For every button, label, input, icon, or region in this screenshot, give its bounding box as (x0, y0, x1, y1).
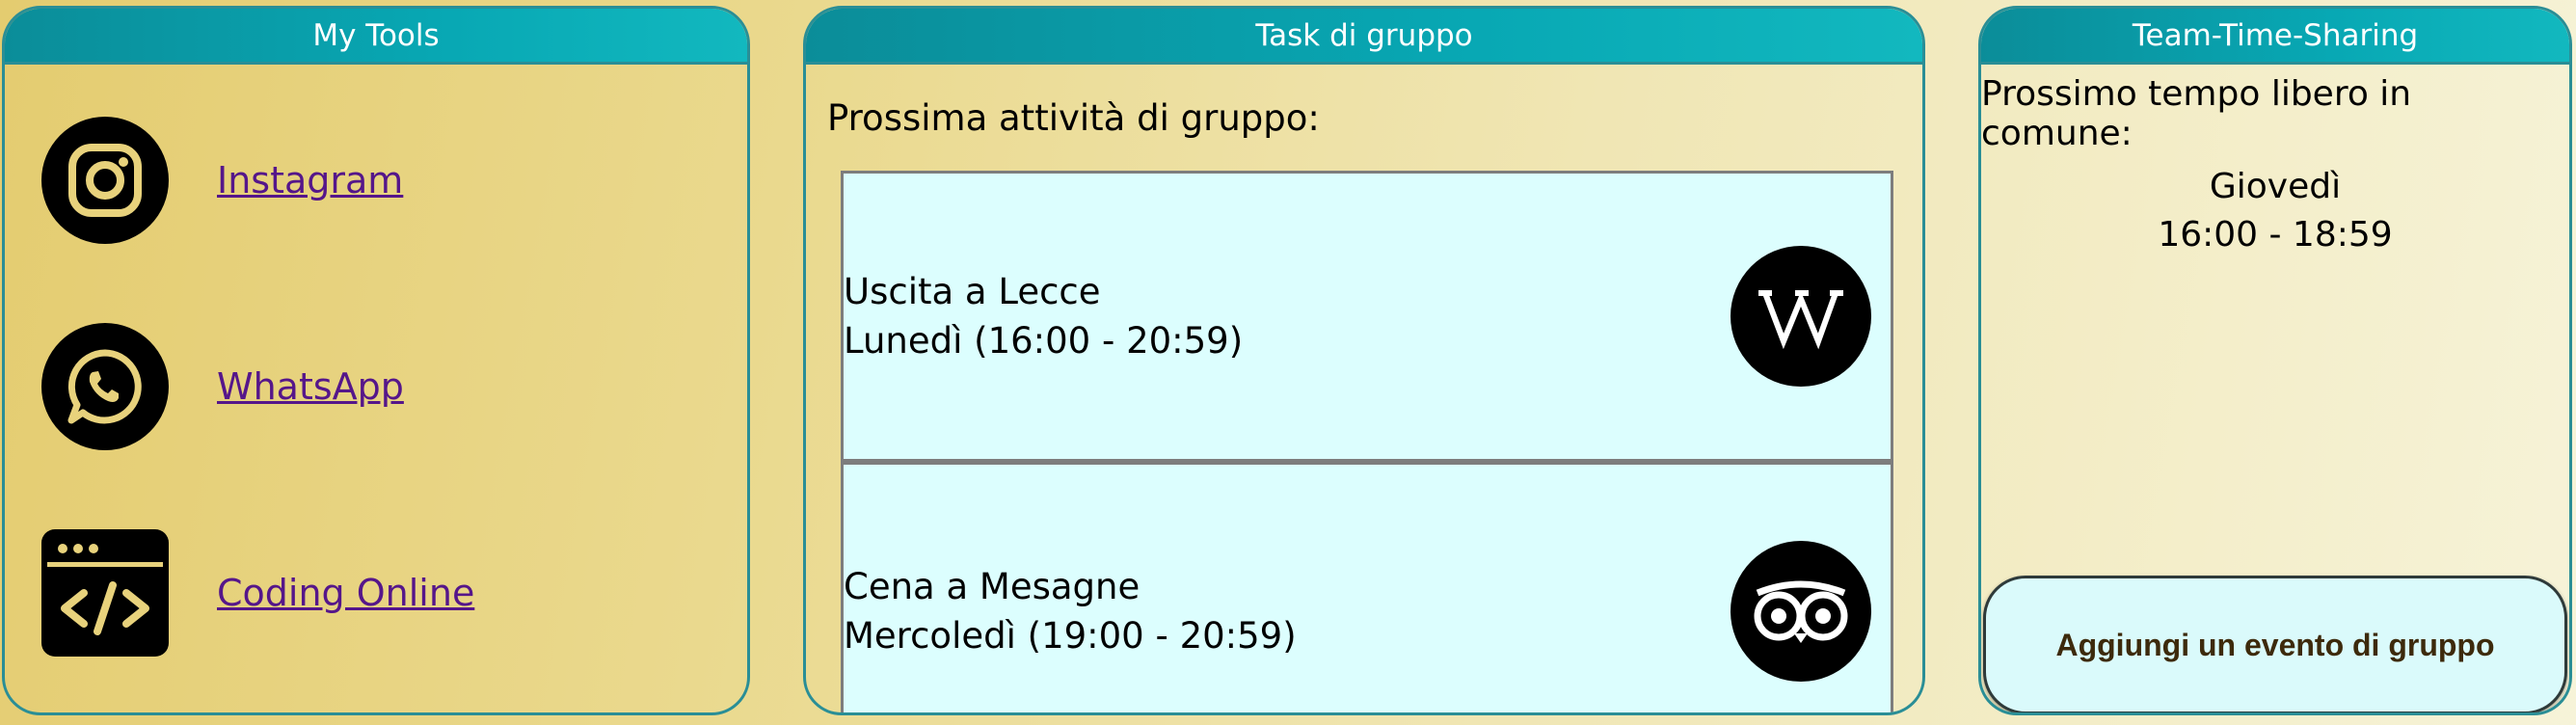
task-text: Cena a Mesagne Mercoledì (19:00 - 20:59) (844, 562, 1297, 660)
task-time: Mercoledì (19:00 - 20:59) (844, 615, 1297, 657)
task-card[interactable]: Cena a Mesagne Mercoledì (19:00 - 20:59) (841, 462, 1893, 712)
tool-item-instagram: Instagram (41, 117, 403, 244)
free-time-intro: Prossimo tempo libero in comune: (1981, 74, 2412, 153)
add-group-event-button[interactable]: Aggiungi un evento di gruppo (1983, 576, 2567, 712)
wikipedia-icon[interactable] (1731, 246, 1871, 387)
tool-item-coding-online: Coding Online (41, 529, 474, 657)
team-time-sharing-title: Team-Time-Sharing (1981, 9, 2569, 65)
code-icon[interactable] (41, 529, 169, 657)
free-time-range: 16:00 - 18:59 (2158, 215, 2393, 255)
task-text: Uscita a Lecce Lunedì (16:00 - 20:59) (844, 267, 1243, 365)
tripadvisor-icon[interactable] (1731, 541, 1871, 682)
next-activity-heading: Prossima attività di gruppo: (827, 97, 1320, 139)
whatsapp-link[interactable]: WhatsApp (217, 365, 404, 408)
coding-online-link[interactable]: Coding Online (217, 572, 474, 614)
my-tools-title: My Tools (5, 9, 747, 65)
task-time: Lunedì (16:00 - 20:59) (844, 320, 1244, 362)
task-name: Uscita a Lecce (844, 271, 1101, 312)
instagram-icon[interactable] (41, 117, 169, 244)
task-card[interactable]: Uscita a Lecce Lunedì (16:00 - 20:59) (841, 171, 1893, 462)
tool-item-whatsapp: WhatsApp (41, 323, 404, 450)
group-tasks-title: Task di gruppo (806, 9, 1922, 65)
instagram-link[interactable]: Instagram (217, 159, 403, 201)
whatsapp-icon[interactable] (41, 323, 169, 450)
free-time-day: Giovedì (2209, 167, 2342, 206)
my-tools-panel: My Tools Instagram WhatsApp Coding Onlin… (2, 6, 750, 715)
team-time-sharing-panel: Team-Time-Sharing Prossimo tempo libero … (1978, 6, 2572, 715)
group-tasks-panel: Task di gruppo Prossima attività di grup… (803, 6, 1925, 715)
task-name: Cena a Mesagne (844, 566, 1140, 607)
